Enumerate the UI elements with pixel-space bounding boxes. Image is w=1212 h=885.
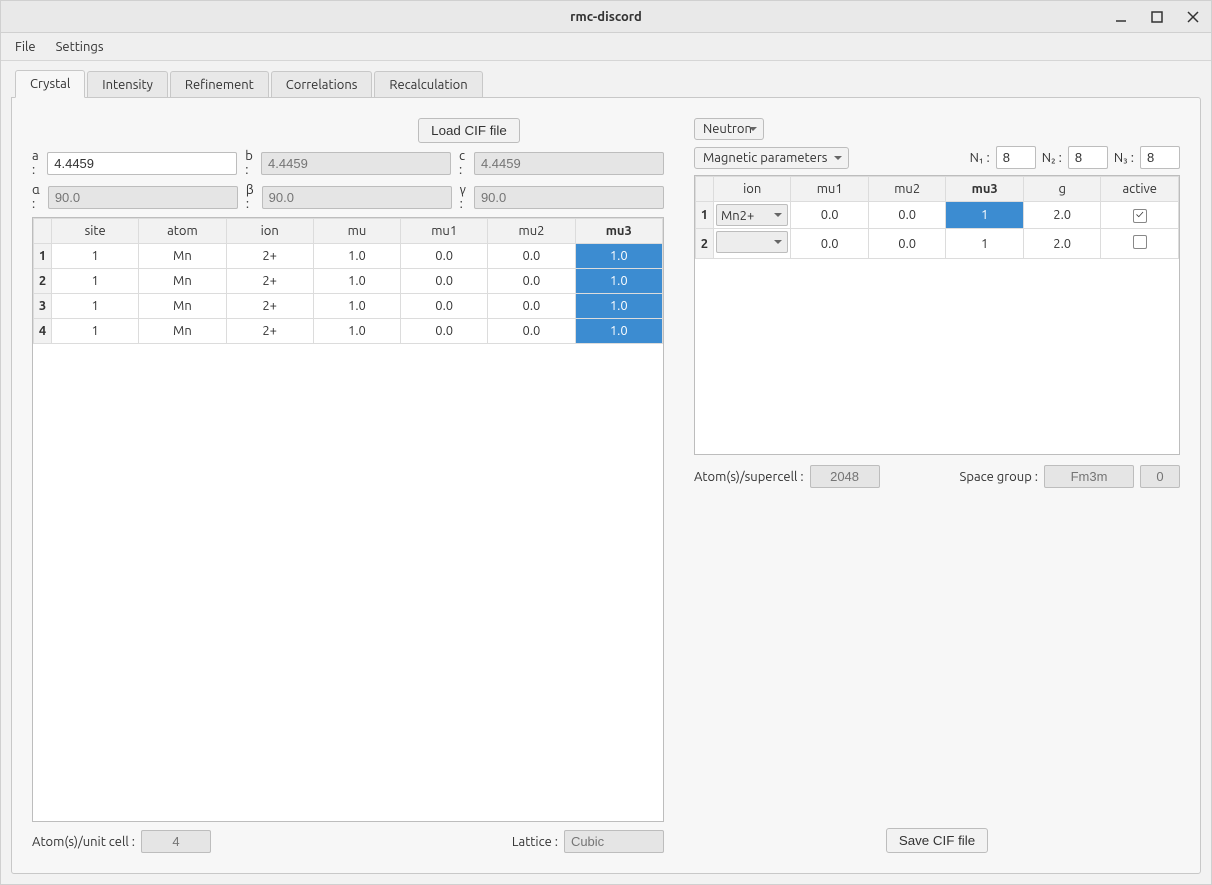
- right-table[interactable]: ion mu1 mu2 mu3 g active 1Mn2+0.00.012.0…: [694, 175, 1180, 455]
- row-num: 2: [695, 229, 713, 259]
- menubar: File Settings: [1, 33, 1211, 61]
- tab-recalculation[interactable]: Recalculation: [374, 71, 482, 98]
- active-checkbox[interactable]: [1133, 235, 1147, 249]
- lattice-type-label: Lattice :: [512, 835, 558, 849]
- table-row[interactable]: 20.00.012.0: [695, 229, 1178, 259]
- row-num: 3: [34, 294, 52, 319]
- beta-label: β :: [246, 183, 254, 211]
- col-mu1[interactable]: mu1: [401, 219, 488, 244]
- col-mu2[interactable]: mu2: [488, 219, 575, 244]
- left-table[interactable]: site atom ion mu mu1 mu2 mu3 11Mn2+1.00.…: [32, 217, 664, 822]
- col-atom[interactable]: atom: [139, 219, 226, 244]
- lattice-type-field: [564, 830, 664, 853]
- save-cif-button[interactable]: Save CIF file: [886, 828, 988, 853]
- col-ion[interactable]: ion: [226, 219, 313, 244]
- app-window: rmc-discord File Settings Crystal Intens…: [0, 0, 1212, 885]
- alpha-label: α :: [32, 183, 40, 211]
- n1-field[interactable]: [996, 146, 1036, 169]
- rcol-active[interactable]: active: [1101, 177, 1179, 202]
- alpha-field: [48, 186, 238, 209]
- n3-label: N₃ :: [1114, 151, 1134, 165]
- row-num: 4: [34, 319, 52, 344]
- ion-select[interactable]: Mn2+: [716, 204, 789, 226]
- n2-field[interactable]: [1068, 146, 1108, 169]
- row-num: 1: [695, 202, 713, 229]
- close-icon[interactable]: [1181, 5, 1205, 29]
- atoms-unit-cell-label: Atom(s)/unit cell :: [32, 835, 135, 849]
- rcol-mu1[interactable]: mu1: [791, 177, 869, 202]
- maximize-icon[interactable]: [1145, 5, 1169, 29]
- atoms-supercell-field: [810, 465, 880, 488]
- c-field: [474, 152, 664, 175]
- table-row[interactable]: 31Mn2+1.00.00.01.0: [34, 294, 663, 319]
- tab-crystal[interactable]: Crystal: [15, 70, 85, 98]
- rcol-g[interactable]: g: [1023, 177, 1101, 202]
- a-label: a :: [32, 149, 39, 177]
- col-mu3[interactable]: mu3: [575, 219, 662, 244]
- col-site[interactable]: site: [52, 219, 139, 244]
- right-panel: Neutron Magnetic parameters N₁ : N₂ : N₃…: [694, 118, 1180, 853]
- rcol-mu2[interactable]: mu2: [868, 177, 946, 202]
- b-label: b :: [245, 149, 253, 177]
- table-row[interactable]: 41Mn2+1.00.00.01.0: [34, 319, 663, 344]
- row-num: 2: [34, 269, 52, 294]
- tab-intensity[interactable]: Intensity: [87, 71, 168, 98]
- table-row[interactable]: 1Mn2+0.00.012.0: [695, 202, 1178, 229]
- tab-correlations[interactable]: Correlations: [271, 71, 373, 98]
- n3-field[interactable]: [1140, 146, 1180, 169]
- tab-strip: Crystal Intensity Refinement Correlation…: [1, 61, 1211, 97]
- n1-label: N₁ :: [970, 151, 990, 165]
- content-frame: Load CIF file a : b : c : α : β : γ :: [11, 97, 1201, 874]
- parameter-select[interactable]: Magnetic parameters: [694, 147, 849, 169]
- a-field[interactable]: [47, 152, 237, 175]
- gamma-field: [474, 186, 664, 209]
- row-num: 1: [34, 244, 52, 269]
- table-row[interactable]: 11Mn2+1.00.00.01.0: [34, 244, 663, 269]
- window-title: rmc-discord: [570, 10, 642, 24]
- minimize-icon[interactable]: [1109, 5, 1133, 29]
- rcol-mu3[interactable]: mu3: [946, 177, 1024, 202]
- space-group-field: [1044, 465, 1134, 488]
- titlebar: rmc-discord: [1, 1, 1211, 33]
- menu-file[interactable]: File: [7, 36, 44, 58]
- atoms-unit-cell-field: [141, 830, 211, 853]
- menu-settings[interactable]: Settings: [48, 36, 112, 58]
- left-panel: Load CIF file a : b : c : α : β : γ :: [32, 118, 664, 853]
- rcol-ion[interactable]: ion: [713, 177, 791, 202]
- load-cif-button[interactable]: Load CIF file: [418, 118, 520, 143]
- table-row[interactable]: 21Mn2+1.00.00.01.0: [34, 269, 663, 294]
- c-label: c :: [459, 149, 466, 177]
- tab-refinement[interactable]: Refinement: [170, 71, 269, 98]
- space-group-label: Space group :: [960, 470, 1038, 484]
- n2-label: N₂ :: [1042, 151, 1062, 165]
- atoms-supercell-label: Atom(s)/supercell :: [694, 470, 804, 484]
- ion-select[interactable]: [716, 231, 789, 253]
- scattering-select[interactable]: Neutron: [694, 118, 764, 140]
- gamma-label: γ :: [460, 183, 466, 211]
- col-mu[interactable]: mu: [313, 219, 400, 244]
- b-field: [261, 152, 451, 175]
- beta-field: [262, 186, 452, 209]
- space-group-num-field: [1140, 465, 1180, 488]
- active-checkbox[interactable]: [1133, 209, 1147, 223]
